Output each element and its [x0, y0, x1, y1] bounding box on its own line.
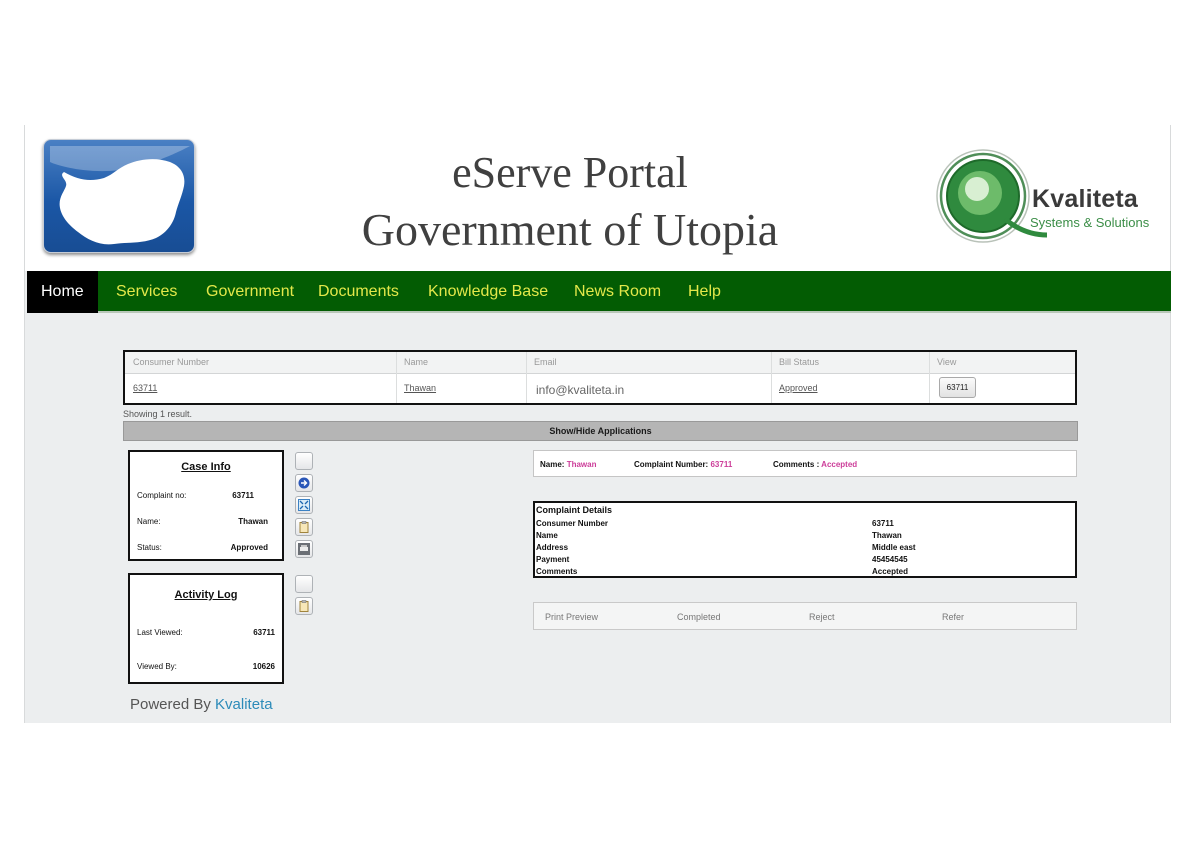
case-info-value: 63711: [232, 491, 254, 500]
case-info-value: Thawan: [238, 517, 268, 526]
column-divider: [929, 352, 930, 403]
column-header-name[interactable]: Name: [404, 357, 428, 367]
column-header-view: View: [937, 357, 957, 367]
activity-log-label: Viewed By:: [137, 662, 177, 671]
email-value: info@kvaliteta.in: [536, 383, 625, 397]
detail-label: Consumer Number: [536, 519, 609, 528]
print-icon[interactable]: [295, 540, 313, 558]
portal-title: eServe Portal: [452, 148, 688, 197]
summary-name-value: Thawan: [566, 460, 597, 469]
action-bar: Print Preview Completed Reject Refer: [533, 602, 1077, 630]
summary-complaint-number: Complaint Number: 63711: [634, 460, 732, 469]
powered-by-footer: Powered By Kvaliteta: [130, 696, 273, 713]
complaint-details-heading: Complaint Details: [536, 505, 613, 515]
case-info-label: Name:: [137, 517, 161, 526]
summary-name: Name: Thawan: [540, 460, 596, 469]
view-button[interactable]: 63711: [939, 377, 976, 398]
forward-arrow-icon[interactable]: [295, 474, 313, 492]
show-hide-applications-bar[interactable]: Show/Hide Applications: [123, 421, 1078, 441]
nav-item-home[interactable]: Home: [27, 271, 98, 313]
summary-comments-value: Accepted: [821, 460, 858, 469]
case-info-panel: Case Info Complaint no: 63711 Name: Thaw…: [128, 450, 284, 561]
antarctica-flag-logo: [43, 139, 195, 253]
detail-label: Address: [536, 543, 569, 552]
case-info-label: Complaint no:: [137, 491, 187, 500]
name-link[interactable]: Thawan: [404, 383, 436, 393]
result-count: Showing 1 result.: [123, 409, 193, 419]
kvaliteta-link[interactable]: Kvaliteta: [215, 696, 273, 713]
activity-log-value: 63711: [253, 628, 275, 637]
summary-comments: Comments : Accepted: [773, 460, 857, 469]
nav-item-help[interactable]: Help: [688, 271, 721, 313]
bill-status-link[interactable]: Approved: [779, 383, 818, 393]
nav-item-services[interactable]: Services: [116, 271, 177, 313]
case-info-title: Case Info: [181, 461, 231, 473]
detail-value: 45454545: [872, 555, 908, 564]
case-info-value: Approved: [230, 543, 268, 552]
print-preview-button[interactable]: Print Preview: [545, 612, 598, 622]
portal-frame: eServe Portal Government of Utopia Kvali…: [24, 125, 1171, 723]
nav-item-knowledge-base[interactable]: Knowledge Base: [428, 271, 548, 313]
column-divider: [526, 352, 527, 403]
detail-value: Middle east: [872, 543, 916, 552]
logo-wordmark: Kvaliteta: [1032, 185, 1139, 213]
consumer-number-link[interactable]: 63711: [133, 383, 157, 393]
clipboard-icon[interactable]: [295, 597, 313, 615]
results-table: Consumer Number Name Email Bill Status V…: [123, 350, 1077, 405]
reject-button[interactable]: Reject: [809, 612, 835, 622]
detail-label: Name: [536, 531, 558, 540]
column-divider: [396, 352, 397, 403]
complaint-summary-bar: Name: Thawan Complaint Number: 63711 Com…: [533, 450, 1077, 477]
activity-log-value: 10626: [252, 662, 275, 671]
activity-log-title: Activity Log: [174, 589, 238, 601]
kvaliteta-logo: Kvaliteta Systems & Solutions: [935, 149, 1160, 249]
summary-comments-label: Comments :: [773, 460, 820, 469]
activity-log-panel: Activity Log Last Viewed: 63711 Viewed B…: [128, 573, 284, 684]
case-info-label: Status:: [137, 543, 162, 552]
summary-name-label: Name:: [540, 460, 565, 469]
blank-tool-button[interactable]: [295, 452, 313, 470]
detail-label: Payment: [536, 555, 570, 564]
clipboard-icon[interactable]: [295, 518, 313, 536]
detail-value: 63711: [872, 519, 894, 528]
nav-item-news-room[interactable]: News Room: [574, 271, 661, 313]
detail-value: Thawan: [872, 531, 902, 540]
logo-tagline: Systems & Solutions: [1030, 215, 1150, 230]
powered-by-label: Powered By: [130, 696, 211, 713]
column-header-email[interactable]: Email: [534, 357, 557, 367]
portal-subtitle: Government of Utopia: [361, 204, 779, 255]
column-divider: [771, 352, 772, 403]
refer-button[interactable]: Refer: [942, 612, 964, 622]
detail-value: Accepted: [872, 567, 909, 576]
expand-icon[interactable]: [295, 496, 313, 514]
table-header: Consumer Number Name Email Bill Status V…: [125, 352, 1075, 374]
detail-label: Comments: [536, 567, 578, 576]
nav-item-government[interactable]: Government: [206, 271, 294, 313]
main-nav: Home Services Government Documents Knowl…: [27, 271, 1171, 313]
column-header-bill-status[interactable]: Bill Status: [779, 357, 819, 367]
complaint-details-panel: Complaint Details Consumer Number 63711 …: [533, 501, 1077, 578]
column-header-consumer-number[interactable]: Consumer Number: [133, 357, 209, 367]
blank-tool-button[interactable]: [295, 575, 313, 593]
completed-button[interactable]: Completed: [677, 612, 721, 622]
summary-complaint-value: 63711: [710, 460, 733, 469]
header: eServe Portal Government of Utopia Kvali…: [25, 125, 1170, 271]
activity-log-label: Last Viewed:: [137, 628, 183, 637]
summary-complaint-label: Complaint Number:: [634, 460, 709, 469]
nav-item-documents[interactable]: Documents: [318, 271, 399, 313]
